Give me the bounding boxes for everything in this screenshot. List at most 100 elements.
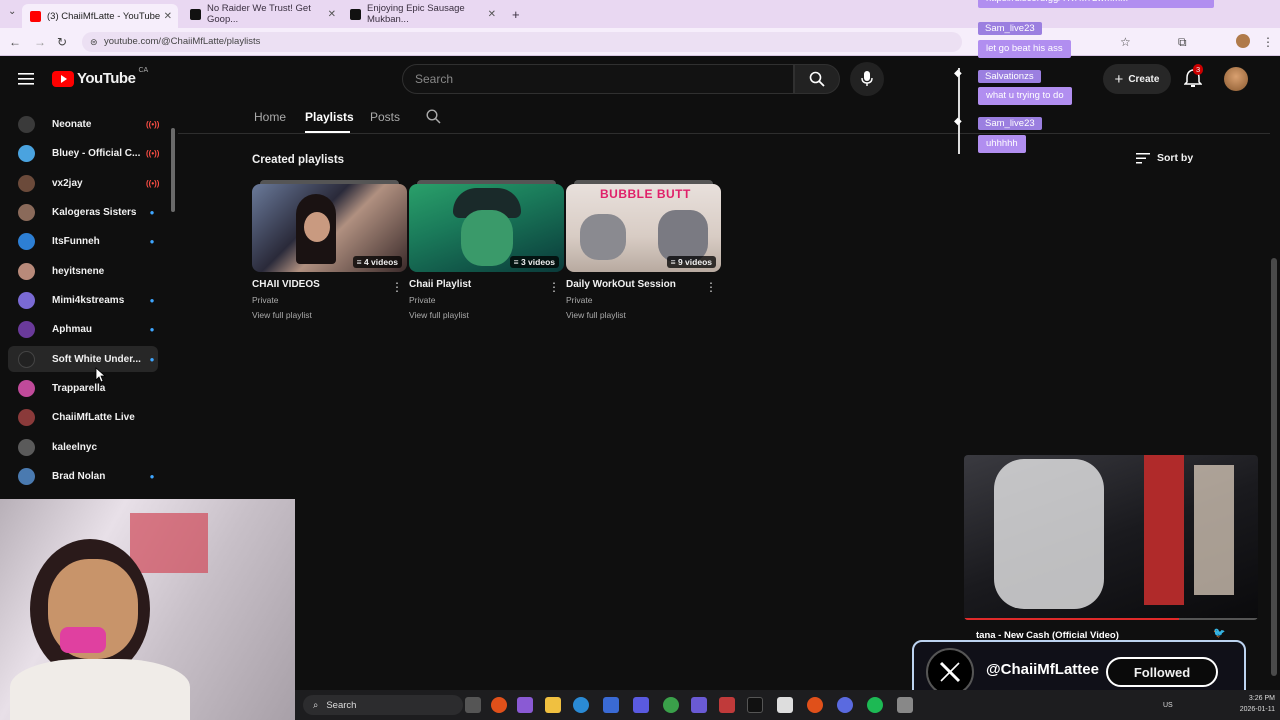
tab-home[interactable]: Home [254, 110, 286, 124]
taskbar-search[interactable]: ⌕ Search [303, 695, 463, 715]
tab-playlists[interactable]: Playlists [305, 110, 354, 124]
avatar [18, 379, 35, 397]
account-avatar[interactable] [1224, 67, 1248, 91]
section-title: Created playlists [252, 154, 345, 166]
tiktok-icon[interactable] [747, 697, 763, 713]
sidebar-item-soft-white-underbelly[interactable]: Soft White Under... ● [8, 346, 158, 372]
subscriptions-sidebar: Neonate ((•)) Bluey - Official C... ((•)) … [0, 100, 178, 500]
address-bar[interactable]: ⊜ youtube.com/@ChaiiMfLatte/playlists [82, 32, 962, 52]
sidebar-item-bluey[interactable]: Bluey - Official C... ((•)) [8, 140, 159, 166]
sidebar-item-vx2jay[interactable]: vx2jay ((•)) [8, 170, 160, 196]
tiktok-favicon-icon [190, 8, 201, 20]
followed-button[interactable]: Followed [1106, 657, 1218, 687]
profile-avatar[interactable] [1236, 34, 1250, 48]
channel-search-icon[interactable] [426, 109, 441, 124]
channel-name: Brad Nolan [52, 470, 106, 482]
close-tab-icon[interactable]: ✕ [328, 9, 336, 20]
playlist-title[interactable]: CHAII VIDEOS [252, 279, 407, 290]
playlist-title[interactable]: Chaii Playlist [409, 279, 564, 290]
spotify-icon[interactable] [867, 697, 883, 713]
sidebar-item-mimi4kstreams[interactable]: Mimi4kstreams ● [8, 287, 158, 313]
sidebar-item-trapparella[interactable]: Trapparella [8, 375, 158, 401]
forward-icon[interactable]: → [34, 35, 46, 49]
microphone-light [60, 627, 106, 653]
playlist-thumbnail[interactable]: ≡ 4 videos [252, 184, 407, 272]
chat-message: let go beat his ass [978, 40, 1071, 58]
sidebar-item-kalogeras-sisters[interactable]: Kalogeras Sisters ● [8, 199, 158, 225]
chat-username: Sam_live23 [978, 22, 1042, 35]
search-input[interactable]: Search [402, 64, 794, 94]
tab-title: (3) ChaiiMfLatte - YouTube [47, 10, 161, 22]
sidebar-item-kaleelnyc[interactable]: kaleelnyc [8, 434, 158, 460]
site-info-icon[interactable]: ⊜ [90, 32, 98, 52]
playlist-thumbnail[interactable]: ≡ 3 videos [409, 184, 564, 272]
video-count: ≡ 3 videos [509, 256, 559, 268]
sidebar-item-heyitsnene[interactable]: heyitsnene [8, 258, 158, 284]
sidebar-item-neonate[interactable]: Neonate ((•)) [8, 111, 160, 137]
new-content-dot-icon: ● [149, 295, 155, 305]
view-full-playlist-link[interactable]: View full playlist [252, 310, 407, 320]
more-options-icon[interactable]: ⋮ [548, 280, 560, 294]
app-icon[interactable] [603, 697, 619, 713]
view-full-playlist-link[interactable]: View full playlist [566, 310, 721, 320]
system-clock[interactable]: 3:26 PM 2026-01-11 [1231, 693, 1275, 715]
page-scrollbar[interactable] [1271, 258, 1277, 676]
more-options-icon[interactable]: ⋮ [391, 280, 403, 294]
language-indicator[interactable]: US [1163, 702, 1173, 709]
playlist-title[interactable]: Daily WorkOut Session [566, 279, 721, 290]
reload-icon[interactable]: ↻ [57, 35, 67, 49]
clock-time: 3:26 PM [1248, 695, 1275, 702]
sidebar-item-aphmau[interactable]: Aphmau ● [8, 316, 158, 342]
file-explorer-icon[interactable] [545, 697, 561, 713]
tab-title: Enjoying Epic Sausage Mukban... [367, 3, 465, 25]
discord-icon[interactable] [837, 697, 853, 713]
browser-tab-youtube[interactable]: (3) ChaiiMfLatte - YouTube ✕ [22, 4, 178, 28]
teams-icon[interactable] [691, 697, 707, 713]
more-options-icon[interactable]: ⋮ [705, 280, 717, 294]
app-icon[interactable] [897, 697, 913, 713]
channel-name: vx2jay [52, 177, 83, 189]
browser-tab-2[interactable]: No Raider We Trust! Get Goop... ✕ [182, 3, 342, 25]
youtube-logo[interactable]: YouTube CA [52, 67, 148, 87]
search-button[interactable] [794, 64, 840, 94]
video-progress-track[interactable] [964, 618, 1258, 620]
app-icon[interactable] [807, 697, 823, 713]
menu-icon[interactable] [18, 72, 34, 86]
app-icon[interactable] [777, 697, 793, 713]
new-tab-button[interactable]: + [504, 4, 524, 24]
task-view-icon[interactable] [465, 697, 481, 713]
playlist-privacy: Private [409, 295, 436, 305]
voice-search-button[interactable] [850, 62, 884, 96]
live-icon: ((•)) [146, 119, 160, 129]
edge-icon[interactable] [573, 697, 589, 713]
tab-search-icon[interactable]: ⌄ [8, 6, 16, 17]
sidebar-item-itsfunneh[interactable]: ItsFunneh ● [8, 228, 158, 254]
sidebar-item-chaiimflatte-live[interactable]: ChaiiMfLatte Live [8, 404, 158, 430]
sidebar-scrollbar[interactable] [171, 128, 175, 212]
chat-username: Sam_live23 [978, 117, 1042, 130]
playlist-card[interactable]: ≡ 4 videos CHAII VIDEOS Private View ful… [252, 180, 407, 320]
live-icon: ((•)) [146, 178, 160, 188]
avatar [18, 408, 35, 426]
view-full-playlist-link[interactable]: View full playlist [409, 310, 564, 320]
playlist-card[interactable]: ≡ 3 videos Chaii Playlist Private View f… [409, 180, 564, 320]
playlist-card[interactable]: BUBBLE BUTT ≡ 9 videos Daily WorkOut Ses… [566, 180, 721, 320]
browser-menu-icon[interactable]: ⋮ [1262, 35, 1274, 49]
mouse-cursor-icon [95, 367, 106, 383]
close-tab-icon[interactable]: ✕ [164, 11, 172, 22]
store-icon[interactable] [633, 697, 649, 713]
app-icon[interactable] [517, 697, 533, 713]
browser-tab-3[interactable]: Enjoying Epic Sausage Mukban... ✕ [342, 3, 502, 25]
playlist-thumbnail[interactable]: BUBBLE BUTT ≡ 9 videos [566, 184, 721, 272]
avatar [18, 438, 35, 456]
chrome-icon[interactable] [663, 697, 679, 713]
app-icon[interactable] [719, 697, 735, 713]
avatar [18, 320, 35, 338]
back-icon[interactable]: ← [9, 35, 21, 49]
brave-icon[interactable] [491, 697, 507, 713]
close-tab-icon[interactable]: ✕ [488, 9, 496, 20]
sidebar-item-brad-nolan[interactable]: Brad Nolan ● [8, 463, 158, 489]
tab-posts[interactable]: Posts [370, 110, 400, 124]
channel-name: heyitsnene [52, 265, 105, 277]
video-count: ≡ 9 videos [666, 256, 716, 268]
